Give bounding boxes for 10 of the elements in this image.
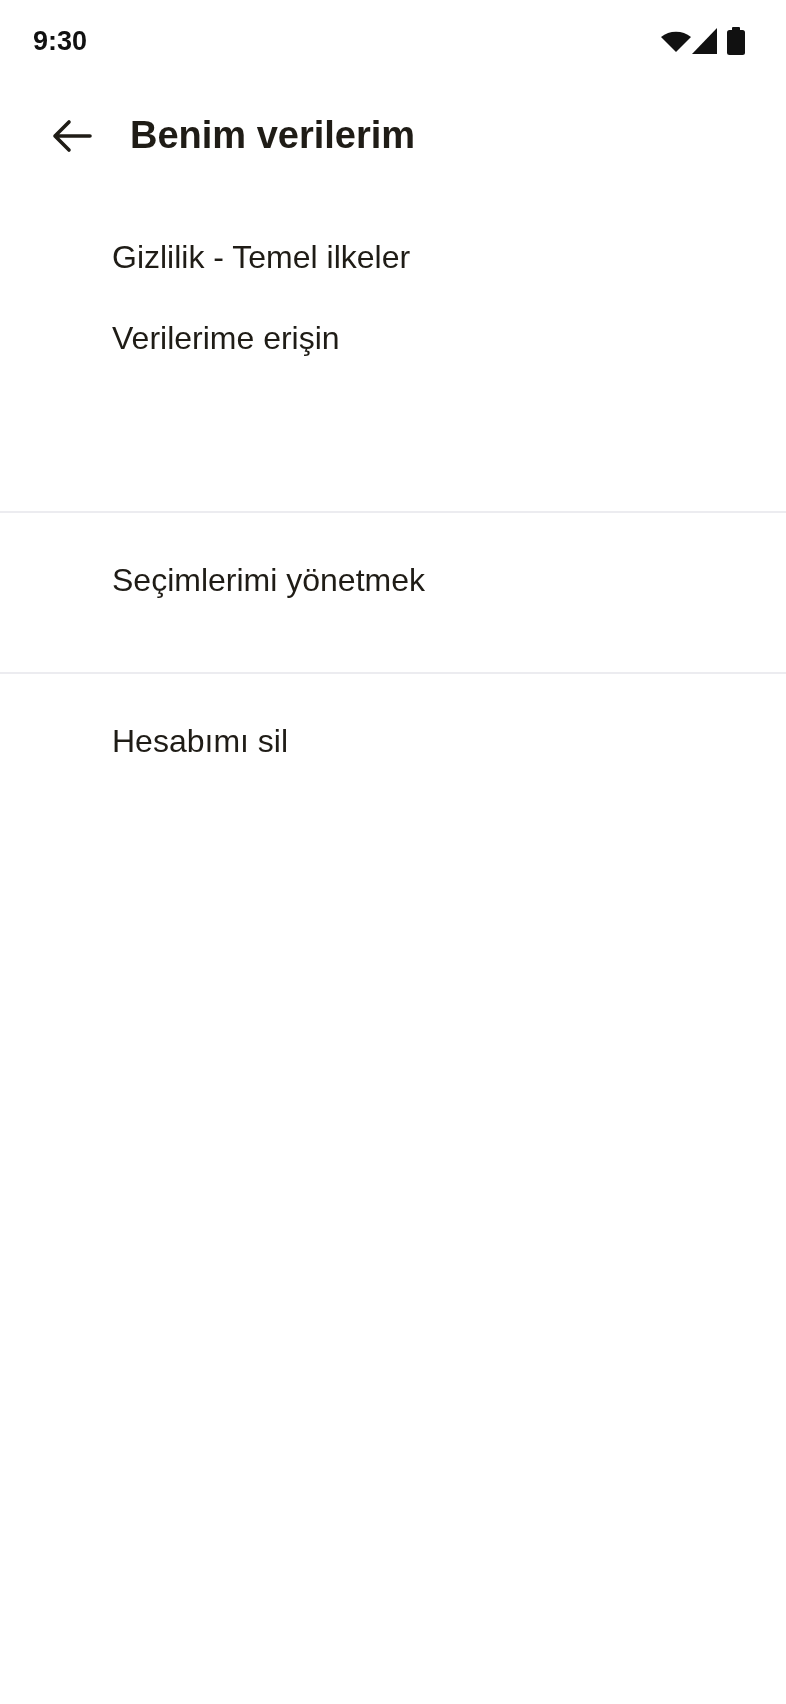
page-title: Benim verilerim: [130, 113, 416, 159]
menu-item[interactable]: Gizlilik - Temel ilkeler: [0, 217, 786, 298]
menu-item[interactable]: Verilerime erişin: [0, 298, 786, 379]
status-time: 9:30: [33, 27, 88, 55]
menu-item[interactable]: Seçimlerimi yönetmek: [0, 540, 786, 621]
back-arrow-icon: [52, 119, 92, 153]
wifi-icon: [661, 30, 691, 52]
menu-item[interactable]: Hesabımı sil: [0, 701, 786, 782]
battery-icon: [727, 27, 745, 55]
signal-icon: [692, 28, 717, 54]
